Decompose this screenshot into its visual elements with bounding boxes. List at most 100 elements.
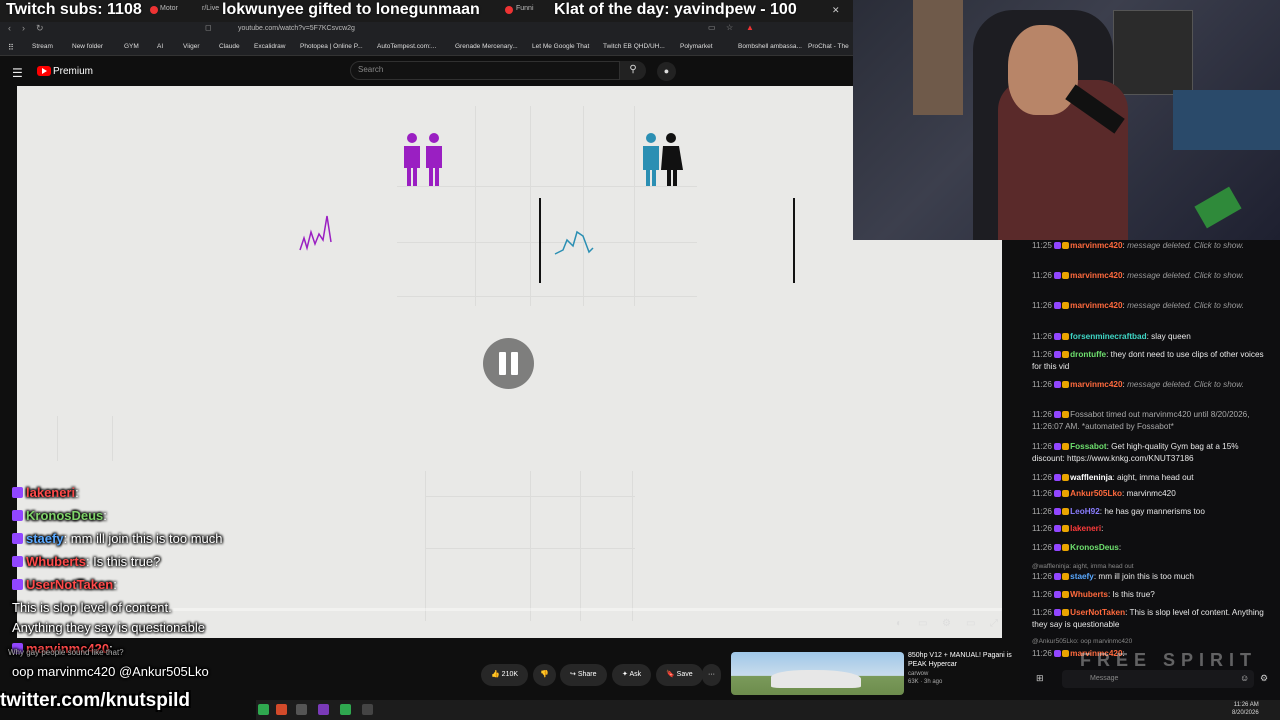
chat-message[interactable]: 11:26 KronosDeus: [1032, 542, 1272, 554]
tab-favicon [150, 6, 158, 14]
bookmark-item[interactable]: Stream [32, 43, 53, 50]
microphone-icon[interactable]: ● [657, 62, 676, 81]
chat-message[interactable]: 11:26 Fossabot timed out marvinmc420 unt… [1032, 409, 1272, 433]
save-button[interactable]: 🔖 Save [656, 664, 703, 686]
chat-settings-icon[interactable]: ⚙ [1260, 673, 1268, 684]
dislike-button[interactable]: 👎 [533, 664, 556, 686]
bookmark-item[interactable]: Viiger [183, 43, 200, 50]
chat-message[interactable]: 11:26 Whuberts: Is this true? [1032, 589, 1272, 601]
chat-message[interactable]: 11:26 Fossabot: Get high-quality Gym bag… [1032, 441, 1272, 465]
share-button[interactable]: ↪ Share [560, 664, 607, 686]
browser-tab[interactable]: Funni [516, 5, 534, 12]
taskbar-app-icon[interactable] [296, 704, 307, 715]
chat-message[interactable]: 11:26 LeoH92: he has gay mannerisms too [1032, 506, 1272, 518]
bookmark-item[interactable]: Twitch EB QHD/UH... [603, 43, 665, 50]
recommended-title[interactable]: 850hp V12 + MANUAL! Pagani is PEAK Hyper… [908, 651, 1018, 669]
chat-username[interactable]: UserNotTaken [1070, 608, 1125, 617]
chat-message[interactable]: 11:26 waffleninja: aight, imma head out [1032, 472, 1272, 484]
badge-icon [1062, 591, 1070, 598]
chat-username[interactable]: drontuffe [1070, 350, 1106, 359]
chat-username[interactable]: Whuberts [1070, 590, 1108, 599]
chat-message[interactable]: 11:26 Ankur505Lko: marvinmc420 [1032, 488, 1272, 500]
chat-username[interactable]: waffleninja [1070, 473, 1112, 482]
emoji-icon[interactable]: ☺ [1240, 673, 1249, 683]
tab-favicon [505, 6, 513, 14]
extension-icon[interactable]: ▲ [746, 23, 754, 32]
chat-timestamp: 11:26 [1032, 301, 1052, 310]
theater-mode-icon[interactable]: ▭ [966, 618, 975, 629]
search-icon[interactable]: ⚲ [620, 61, 646, 80]
chat-message[interactable]: 11:26 forsenminecraftbad: slay queen [1032, 331, 1272, 343]
forward-icon[interactable]: › [22, 23, 25, 33]
badge-icon [1054, 443, 1062, 450]
chat-username[interactable]: KronosDeus [1070, 543, 1119, 552]
bookmark-item[interactable]: Bombshell ambassa... [738, 43, 802, 50]
chat-message[interactable]: 11:25 marvinmc420: message deleted. Clic… [1032, 240, 1272, 252]
more-options-icon[interactable]: ··· [702, 664, 721, 686]
chat-message[interactable]: 11:26 lakeneri: [1032, 523, 1272, 535]
bookmark-item[interactable]: AI [157, 43, 163, 50]
bookmark-item[interactable]: Grenade Mercenary... [455, 43, 518, 50]
bookmark-item[interactable]: ProChat - The [808, 43, 849, 50]
emote-grid-icon[interactable]: ⊞ [1036, 673, 1044, 684]
ask-button[interactable]: ✦ Ask [612, 664, 652, 686]
bookmark-item[interactable]: Let Me Google That [532, 43, 589, 50]
cast-icon[interactable]: ▭ [708, 23, 716, 32]
badge-icon [1054, 591, 1062, 598]
search-input[interactable] [350, 61, 620, 80]
chat-username[interactable]: staefy [1070, 572, 1094, 581]
tab-search-icon[interactable]: ◻ [205, 23, 212, 32]
menu-icon[interactable]: ☰ [12, 66, 23, 80]
taskbar-app-icon[interactable] [340, 704, 351, 715]
chat-message[interactable]: 11:26 marvinmc420: message deleted. Clic… [1032, 300, 1272, 312]
fullscreen-icon[interactable]: ⤢ [990, 618, 998, 629]
chat-message[interactable]: 11:26 UserNotTaken: This is slop level o… [1032, 607, 1272, 631]
browser-tab[interactable]: r/Live [202, 5, 219, 12]
chat-username[interactable]: lakeneri [1070, 524, 1101, 533]
chat-username[interactable]: marvinmc420 [1070, 301, 1122, 310]
youtube-logo-icon[interactable] [37, 66, 51, 76]
chat-username[interactable]: marvinmc420 [1070, 241, 1122, 250]
taskbar-app-icon[interactable] [362, 704, 373, 715]
bookmark-item[interactable]: New folder [72, 43, 103, 50]
recommended-thumbnail[interactable] [731, 652, 904, 695]
bookmark-item[interactable]: GYM [124, 43, 139, 50]
bookmark-item[interactable]: Claude [219, 43, 240, 50]
chat-username[interactable]: LeoH92 [1070, 507, 1100, 516]
chat-message[interactable]: 11:26 drontuffe: they dont need to use c… [1032, 349, 1272, 373]
taskbar-app-icon[interactable] [276, 704, 287, 715]
youtube-premium-label[interactable]: Premium [53, 66, 93, 77]
chat-username[interactable]: Fossabot [1070, 442, 1106, 451]
url-field[interactable]: youtube.com/watch?v=5F7KCsvcw2g [238, 25, 355, 32]
bookmark-item[interactable]: AutoTempest.com:... [377, 43, 436, 50]
bookmark-item[interactable]: Photopea | Online P... [300, 43, 363, 50]
overlay-chat-message: UserNotTaken: [12, 577, 117, 592]
bookmark-item[interactable]: Polymarket [680, 43, 713, 50]
pause-button[interactable] [483, 338, 534, 389]
chat-username[interactable]: Ankur505Lko [1070, 489, 1122, 498]
back-icon[interactable]: ‹ [8, 23, 11, 33]
badge-icon [1062, 302, 1070, 309]
overlay-chat-message: oop marvinmc420 @Ankur505Lko [12, 664, 209, 679]
autoplay-toggle-icon[interactable]: ◐ [896, 618, 902, 629]
chat-username[interactable]: marvinmc420 [1070, 271, 1122, 280]
chat-message[interactable]: 11:26 marvinmc420: message deleted. Clic… [1032, 379, 1272, 391]
chat-message[interactable]: 11:26 marvinmc420: message deleted. Clic… [1032, 270, 1272, 282]
settings-gear-icon[interactable]: ⚙ [942, 618, 951, 629]
system-clock[interactable]: 11:26 AM 8/20/2026 [1232, 701, 1259, 717]
reload-icon[interactable]: ↻ [36, 23, 44, 34]
apps-icon[interactable]: ⠿ [8, 43, 14, 52]
chat-username[interactable]: marvinmc420 [1070, 380, 1122, 389]
taskbar-app-icon[interactable] [258, 704, 269, 715]
bookmark-item[interactable]: Excalidraw [254, 43, 285, 50]
chat-text: message deleted. Click to show. [1127, 241, 1245, 250]
subtitles-icon[interactable]: ▭ [918, 618, 927, 629]
like-button[interactable]: 👍 210K [481, 664, 529, 686]
badge-icon [1054, 508, 1062, 515]
taskbar-app-icon[interactable] [318, 704, 329, 715]
close-tab-icon[interactable]: ✕ [832, 5, 840, 16]
chat-username[interactable]: forsenminecraftbad [1070, 332, 1146, 341]
browser-tab[interactable]: Motor [160, 5, 178, 12]
bookmark-star-icon[interactable]: ☆ [726, 23, 733, 32]
search-placeholder: Search [358, 65, 384, 74]
